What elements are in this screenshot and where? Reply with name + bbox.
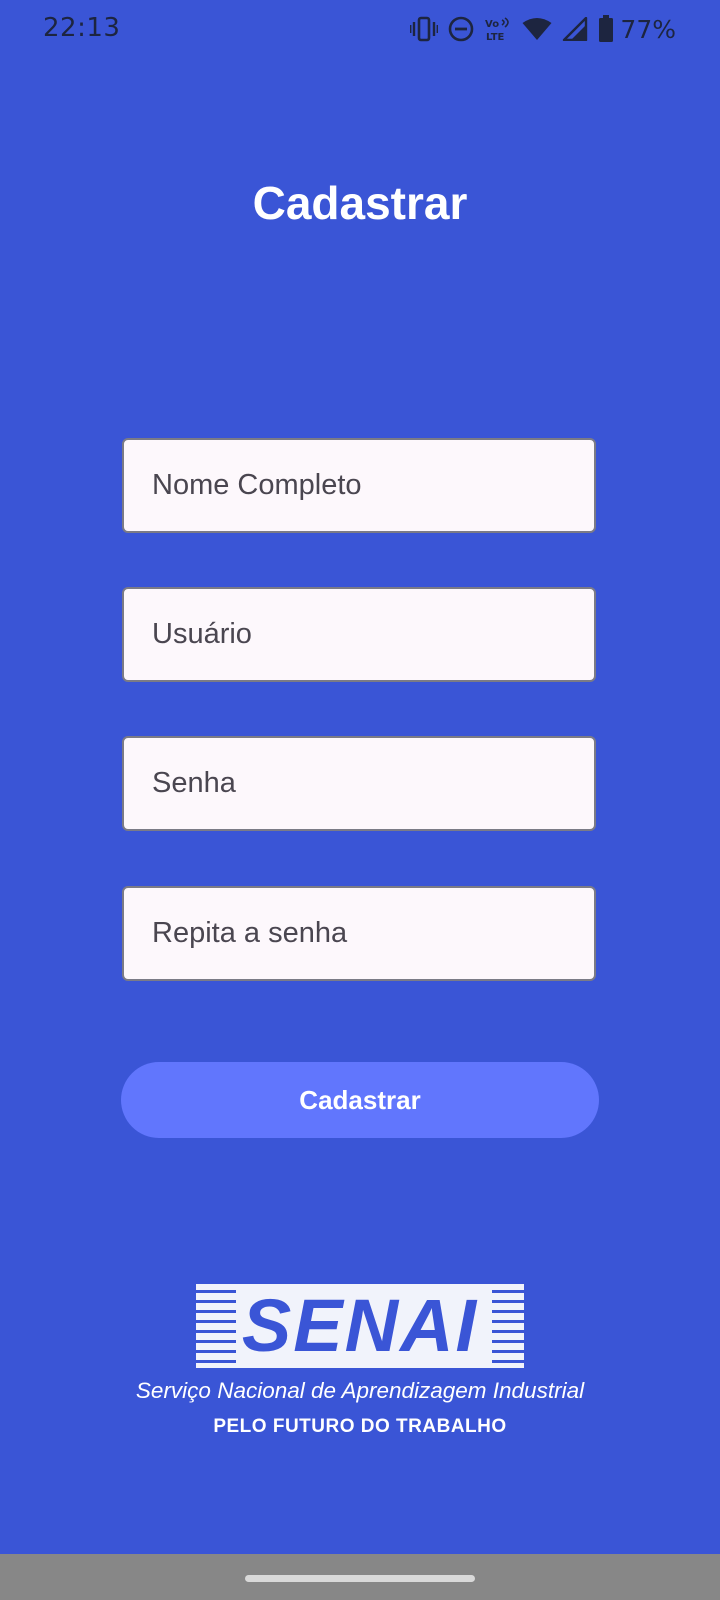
signal-icon [562, 17, 588, 41]
register-button[interactable]: Cadastrar [121, 1062, 599, 1138]
logo-slogan: PELO FUTURO DO TRABALHO [213, 1416, 507, 1437]
status-icons: Vo LTE 77% [410, 12, 676, 46]
wifi-icon [522, 17, 552, 41]
senai-wordmark-box: SENAI [196, 1284, 524, 1368]
navigation-bar [0, 1554, 720, 1600]
status-time: 22:13 [43, 13, 121, 43]
battery-percent: 77% [620, 14, 676, 44]
svg-text:Vo: Vo [485, 19, 499, 30]
username-field [122, 587, 596, 682]
home-gesture-handle[interactable] [245, 1575, 475, 1582]
repeat-password-input[interactable] [124, 888, 594, 979]
repeat-password-field [122, 886, 596, 981]
logo-wordmark: SENAI [241, 1284, 479, 1367]
full-name-field [122, 438, 596, 533]
svg-text:LTE: LTE [486, 32, 505, 42]
password-input[interactable] [124, 738, 594, 829]
vibrate-icon [410, 16, 439, 42]
volte-icon: Vo LTE [484, 16, 512, 42]
senai-logo: SENAI Serviço Nacional de Aprendizagem I… [0, 1284, 720, 1438]
do-not-disturb-icon [448, 16, 474, 42]
logo-tagline: Serviço Nacional de Aprendizagem Industr… [135, 1378, 585, 1403]
full-name-input[interactable] [124, 440, 594, 531]
password-field [122, 736, 596, 831]
battery-icon [598, 15, 614, 43]
page-title: Cadastrar [252, 177, 468, 229]
username-input[interactable] [124, 589, 594, 680]
status-bar: 22:13 Vo LTE 77% [0, 0, 720, 60]
